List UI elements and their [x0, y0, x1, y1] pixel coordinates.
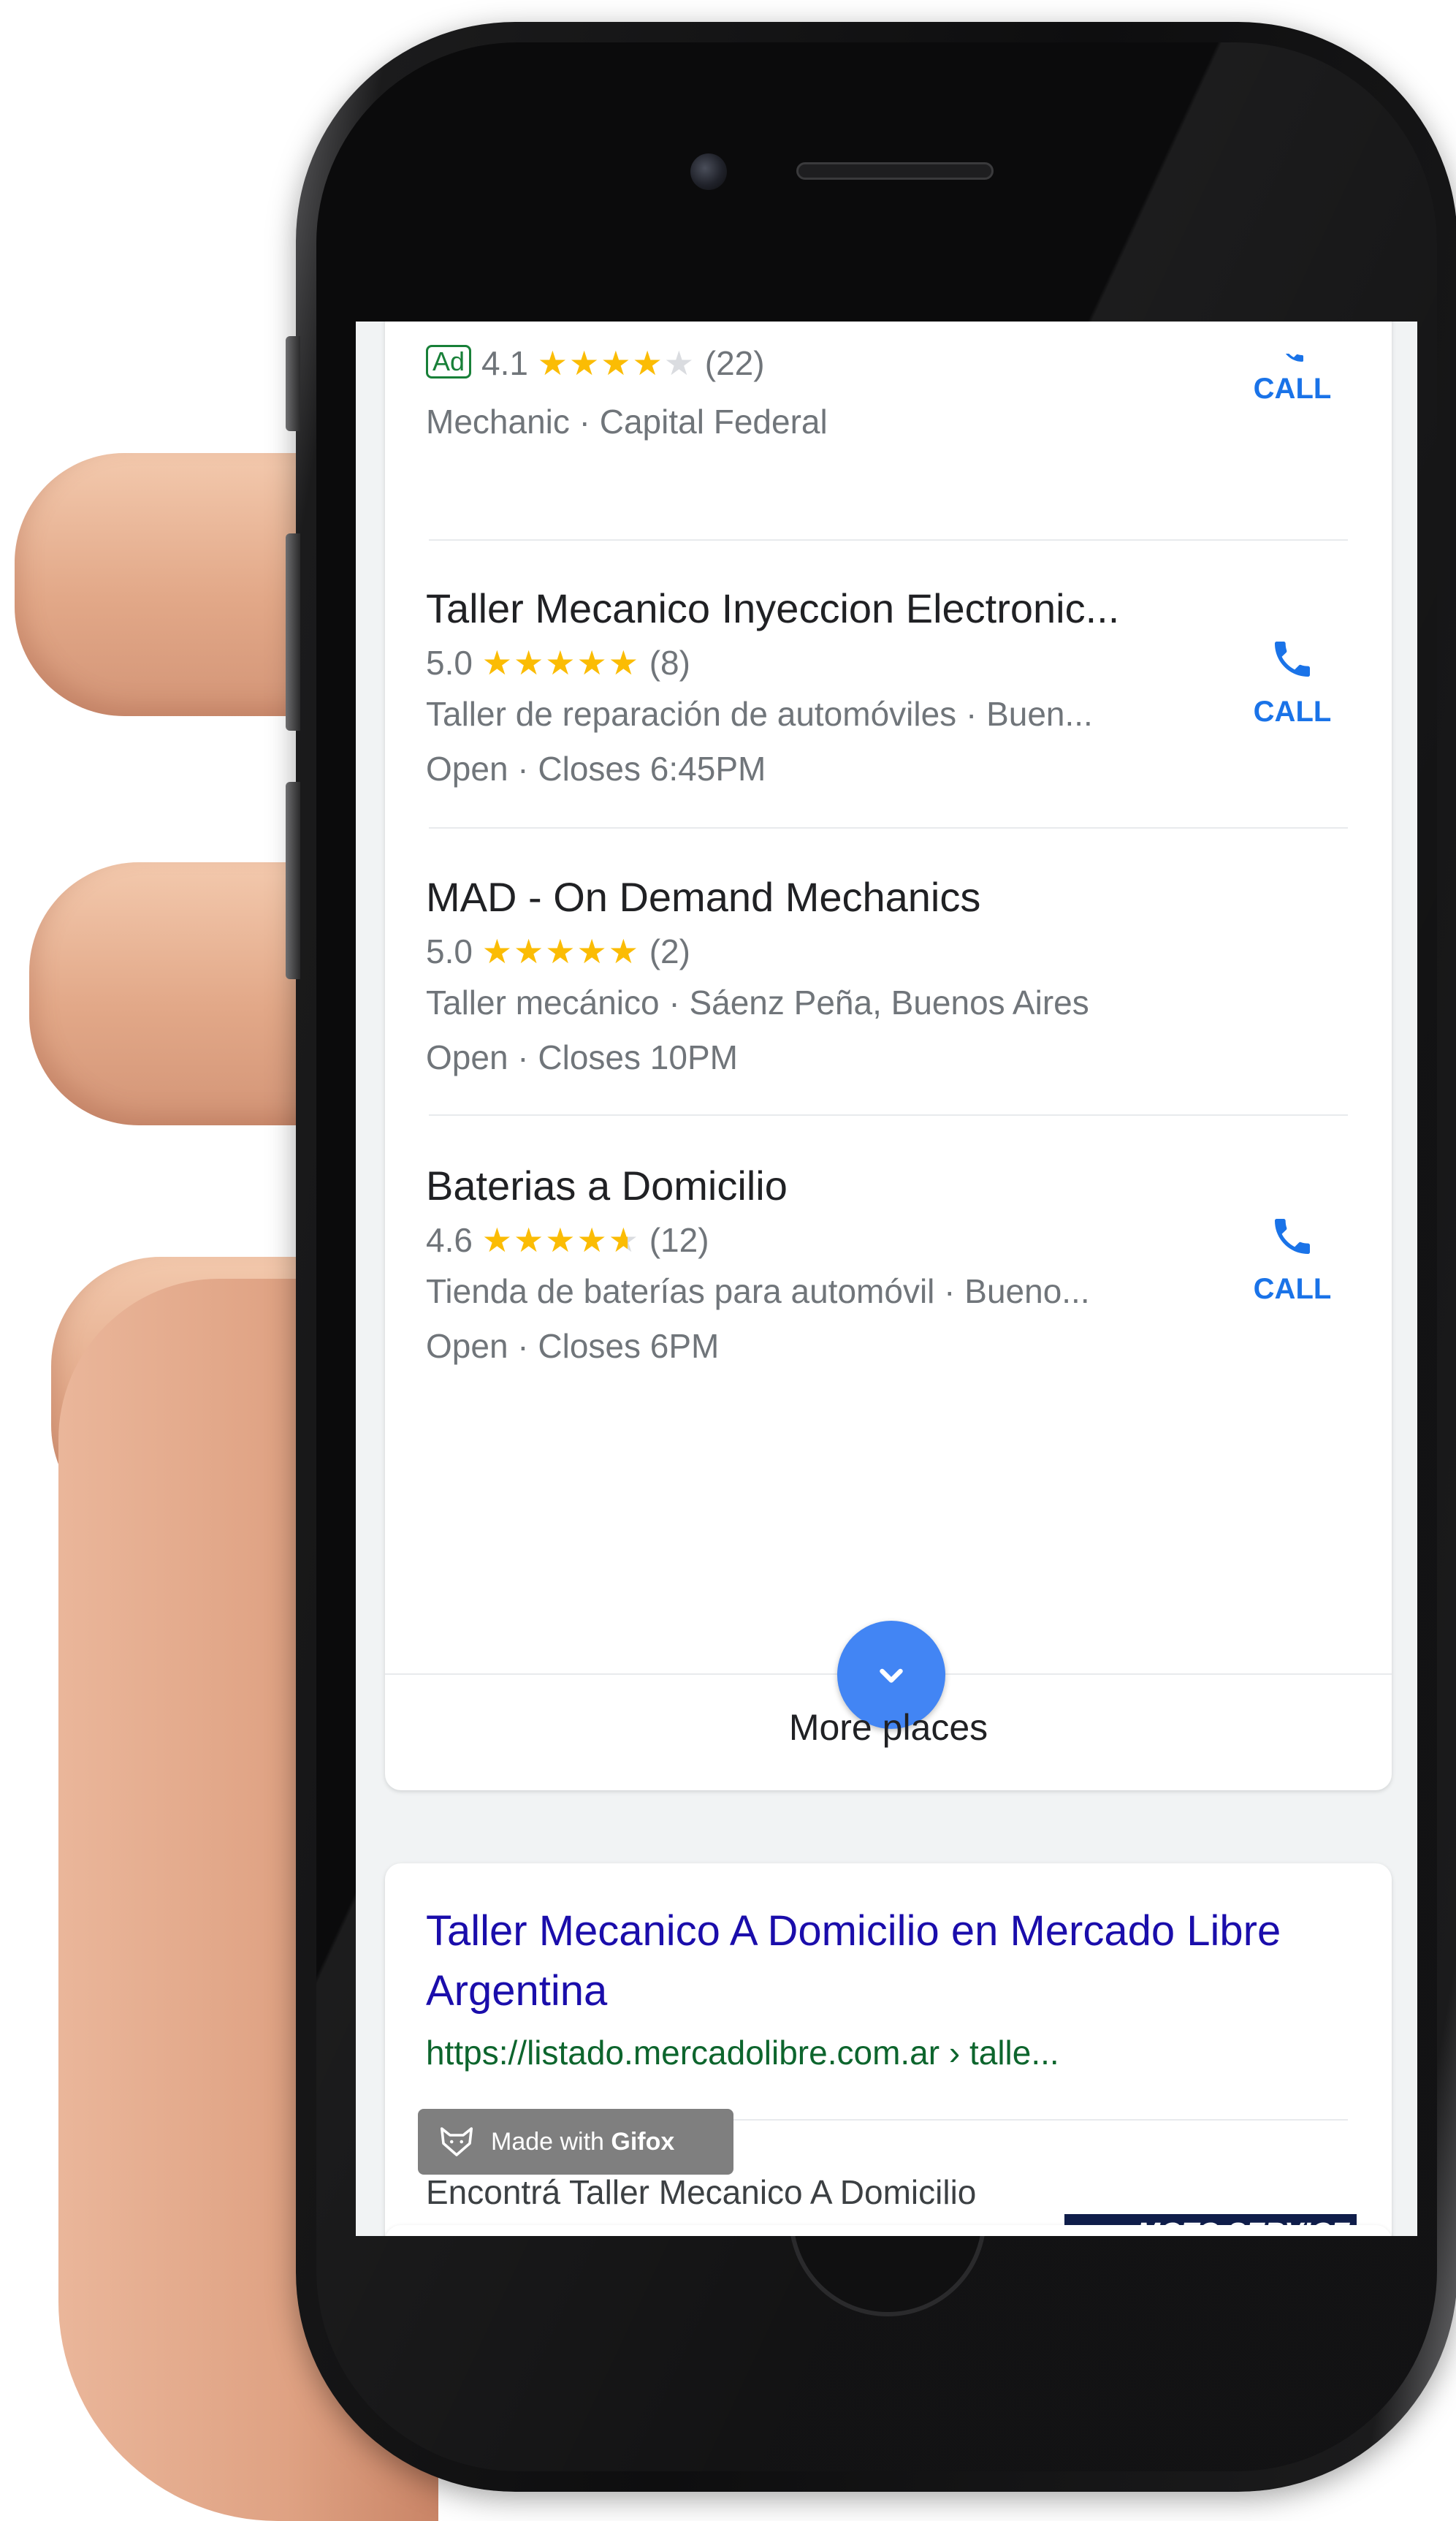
call-label: CALL	[1253, 696, 1332, 728]
call-label: CALL	[1253, 373, 1332, 405]
fox-icon	[440, 2127, 473, 2156]
watermark-brand: Gifox	[611, 2128, 675, 2156]
review-count: (2)	[649, 932, 690, 970]
place-item[interactable]: MAD - On Demand Mechanics 5.0 ★★★★★ (2) …	[385, 829, 1392, 1118]
review-count: (12)	[649, 1221, 709, 1259]
phone-icon	[1275, 642, 1310, 677]
place-category: Tienda de baterías para automóvil · Buen…	[426, 1272, 1090, 1310]
phone-icon	[1269, 336, 1316, 365]
rating-stars: ★★★★★	[537, 344, 695, 382]
divider	[429, 827, 1348, 829]
watermark-prefix: Made with	[491, 2128, 611, 2156]
place-item[interactable]: Ad 4.1 ★★★★★ (22) Mechanic · Capital Fede…	[385, 322, 1392, 570]
phone-icon	[1275, 1219, 1310, 1254]
more-places-label[interactable]: More places	[385, 1706, 1392, 1749]
rating-value: 5.0	[426, 932, 473, 970]
result-url[interactable]: https://listado.mercadolibre.com.ar › ta…	[426, 2033, 1059, 2072]
chevron-down-icon	[880, 1668, 903, 1683]
gifox-watermark: Made with Gifox	[418, 2109, 733, 2175]
call-button[interactable]: CALL	[1241, 636, 1343, 729]
front-camera	[690, 153, 727, 190]
phone-screen: Ad 4.1 ★★★★★ (22) Mechanic · Capital Fede…	[356, 322, 1417, 2236]
search-result-card: Taller Mecanico A Domicilio en Mercado L…	[385, 1863, 1392, 2236]
place-category: Taller mecánico · Sáenz Peña, Buenos Air…	[426, 984, 1089, 1022]
ad-badge: Ad	[426, 345, 472, 379]
place-name: Baterias a Domicilio	[426, 1163, 788, 1209]
rating-value: 5.0	[426, 644, 473, 682]
place-name: Taller Mecanico Inyeccion Electronic...	[426, 585, 1120, 631]
earpiece-speaker	[796, 162, 994, 180]
call-label: CALL	[1253, 1273, 1332, 1305]
rating-stars: ★★★★★	[481, 1221, 640, 1259]
place-item[interactable]: Baterias a Domicilio 4.6 ★★★★★ (12) Tien…	[385, 1118, 1392, 1425]
rating-value: 4.6	[426, 1221, 473, 1259]
result-title-link[interactable]: Taller Mecanico A Domicilio en Mercado L…	[426, 1901, 1346, 2021]
place-hours: Open · Closes 6:45PM	[426, 750, 766, 788]
place-hours: Open · Closes 10PM	[426, 1038, 738, 1076]
local-results-card: Ad 4.1 ★★★★★ (22) Mechanic · Capital Fede…	[385, 322, 1392, 1790]
call-button[interactable]: CALL	[1241, 1213, 1343, 1306]
review-count: (22)	[704, 344, 765, 382]
rating-stars: ★★★★★	[481, 644, 640, 682]
place-category: Mechanic · Capital Federal	[426, 403, 828, 441]
review-count: (8)	[649, 644, 690, 682]
rating-value: 4.1	[481, 344, 528, 382]
place-name: MAD - On Demand Mechanics	[426, 874, 981, 920]
call-button[interactable]: CALL	[1241, 336, 1343, 406]
place-item[interactable]: Taller Mecanico Inyeccion Electronic... …	[385, 541, 1392, 833]
rating-stars: ★★★★★	[481, 932, 640, 970]
next-result-card	[385, 2225, 1392, 2236]
place-category: Taller de reparación de automóviles · Bu…	[426, 695, 1093, 733]
divider	[429, 1114, 1348, 1116]
place-hours: Open · Closes 6PM	[426, 1327, 720, 1365]
